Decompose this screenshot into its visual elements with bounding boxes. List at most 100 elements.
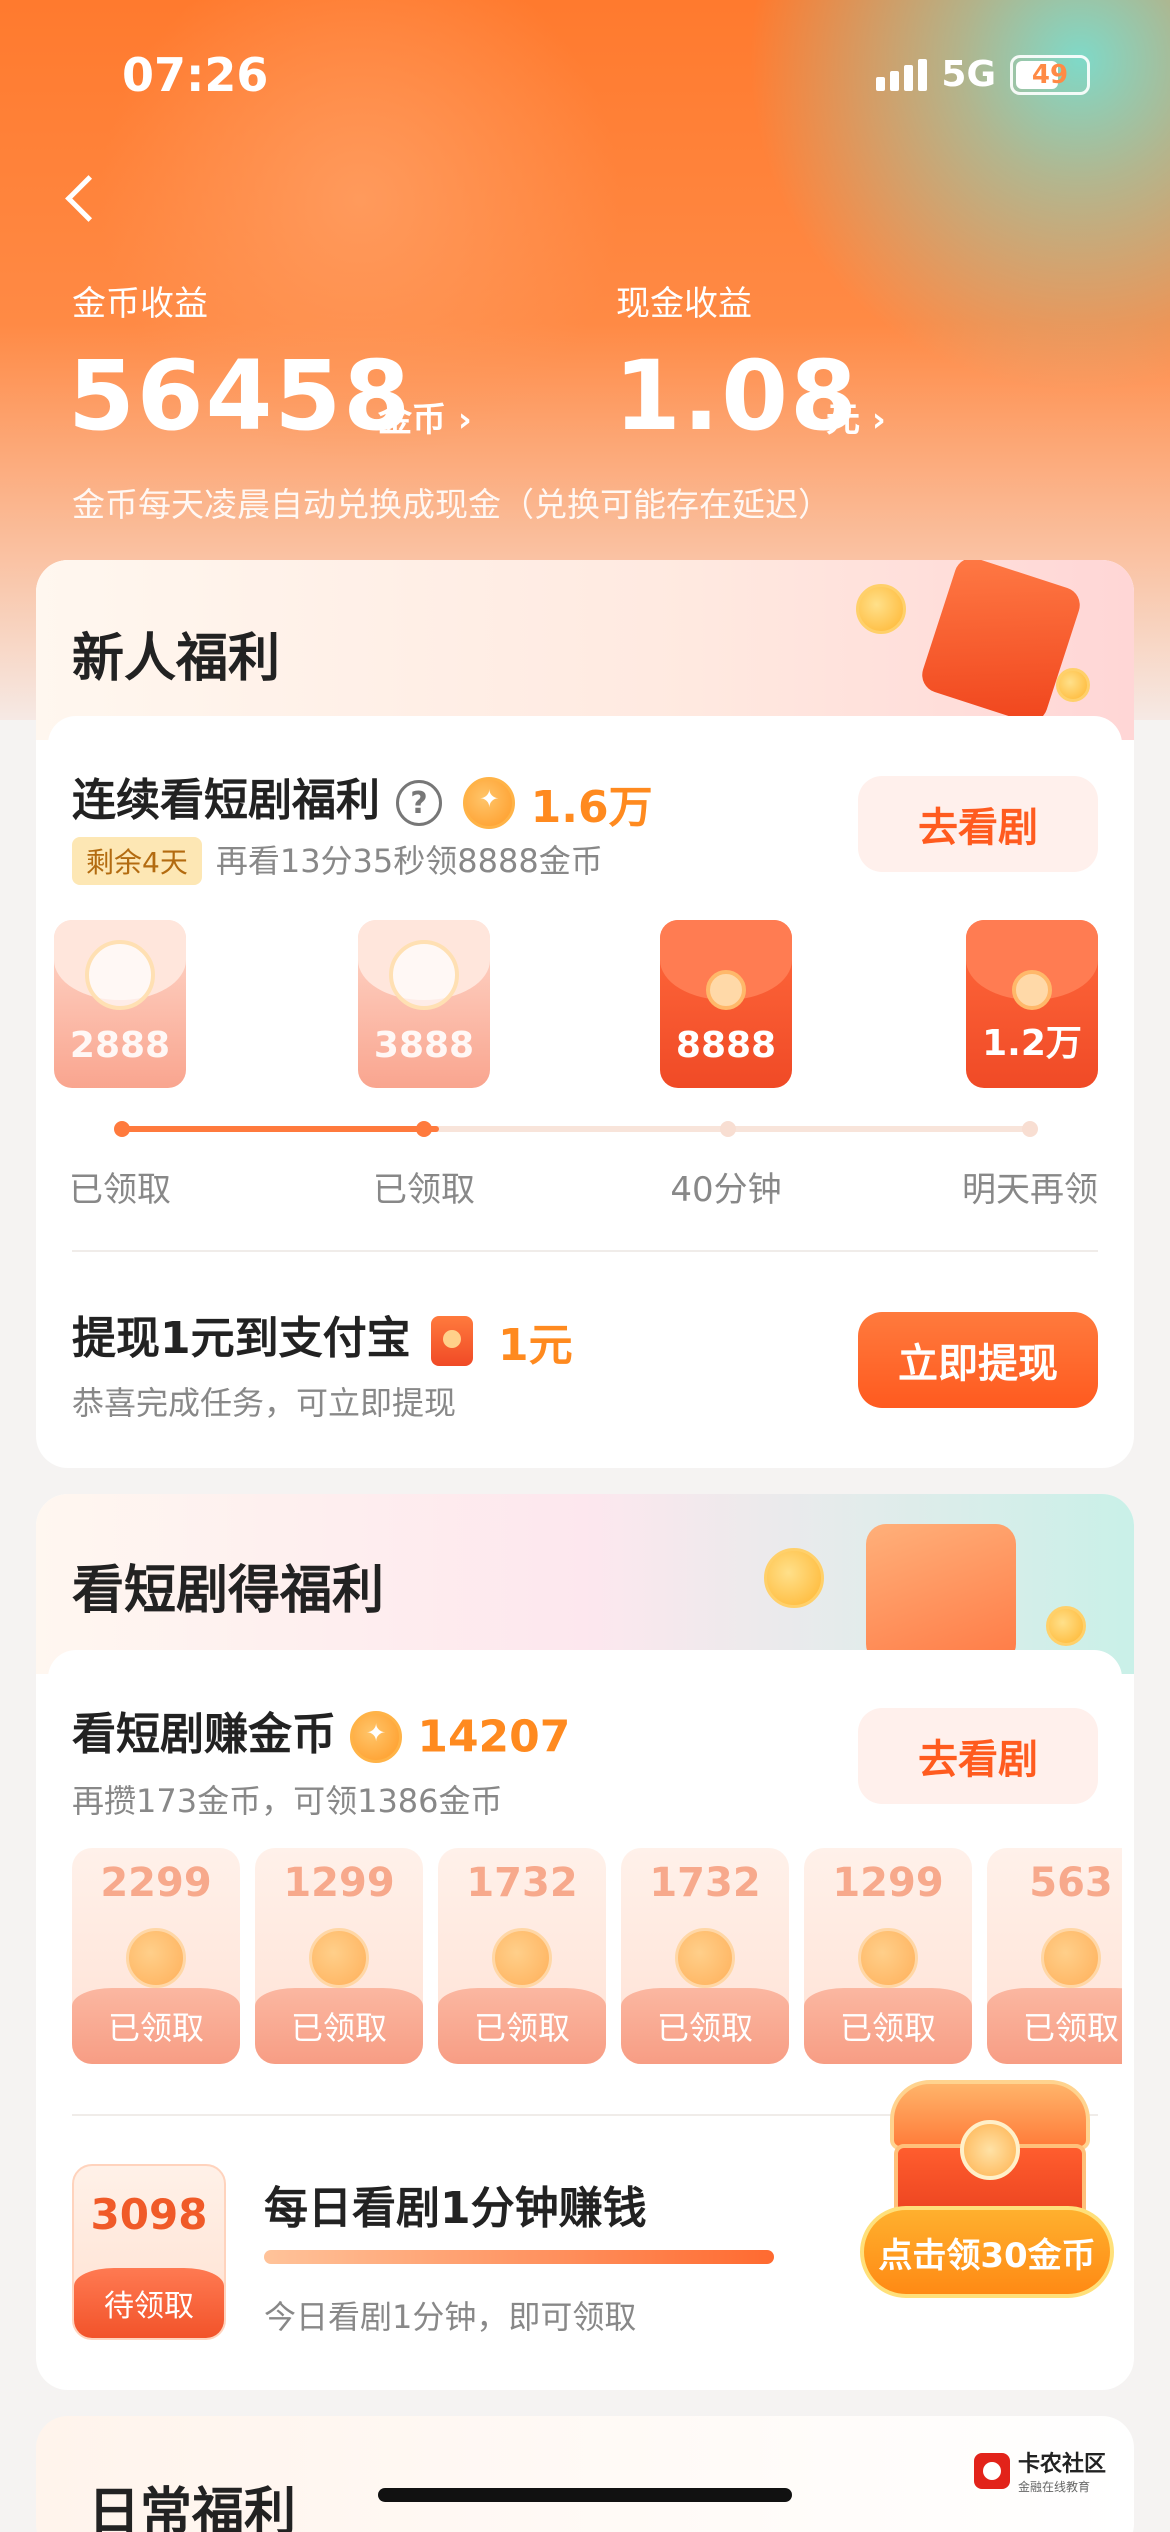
coin-reward-tile[interactable]: 2299 已领取 (72, 1848, 240, 2064)
tile-amount: 2299 (100, 1860, 212, 1906)
progress-dot (416, 1121, 432, 1137)
daily-watch-progress (264, 2250, 774, 2264)
coin-reward-tile[interactable]: 563 已领取 (987, 1848, 1122, 2064)
progress-dot (720, 1121, 736, 1137)
reward-amount: 2888 (69, 1025, 171, 1066)
drama-title: 看短剧得福利 (72, 1561, 385, 1621)
tile-amount: 1299 (832, 1860, 944, 1906)
pending-reward-tile[interactable]: 3098 待领取 (72, 2164, 226, 2340)
daily-welfare-card: 日常福利 (36, 2416, 1134, 2532)
coin-tiles-row: 2299 已领取 1299 已领取 1732 已领取 1732 已领取 1299 已领取 … (72, 1848, 1122, 2064)
exchange-note: 金币每天凌晨自动兑换成现金（兑换可能存在延迟） (72, 485, 831, 524)
streak-progress-fill (120, 1126, 439, 1132)
coin-icon (1041, 1928, 1101, 1988)
battery-level: 49 (1031, 59, 1069, 90)
help-icon[interactable]: ? (396, 780, 442, 826)
progress-dot (1022, 1121, 1038, 1137)
coin-reward-tile[interactable]: 1732 已领取 (438, 1848, 606, 2064)
video-clapper-icon (866, 1524, 1016, 1664)
streak-subtitle: 再看13分35秒领8888金币 (215, 842, 603, 880)
kanong-logo-icon (974, 2452, 1010, 2489)
status-time: 07:26 (122, 48, 269, 102)
tile-amount: 1732 (649, 1860, 761, 1906)
tile-status: 已领取 (72, 1988, 240, 2064)
divider (72, 1250, 1098, 1252)
watch-drama-button[interactable]: 去看剧 (858, 776, 1098, 872)
tile-status: 已领取 (804, 1988, 972, 2064)
streak-progress-track (120, 1126, 1030, 1132)
coin-icon (492, 1928, 552, 1988)
drama-earn-coins: 14207 (417, 1711, 571, 1763)
coins-unit-link[interactable]: 金币 › (378, 392, 472, 441)
coin-icon (126, 1928, 186, 1988)
coin-decoration-icon (856, 584, 906, 634)
reward-amount: 1.2万 (982, 1023, 1082, 1064)
progress-dot (114, 1121, 130, 1137)
withdraw-now-button[interactable]: 立即提现 (858, 1312, 1098, 1408)
reward-amount: 3888 (373, 1025, 475, 1066)
coin-reward-tile[interactable]: 1732 已领取 (621, 1848, 789, 2064)
home-indicator[interactable] (378, 2488, 792, 2502)
reward-step-label: 已领取 (373, 1170, 475, 1210)
pending-amount: 3098 (90, 2190, 208, 2239)
coin-icon (858, 1928, 918, 1988)
streak-coins: 1.6万 (530, 782, 653, 833)
tile-amount: 1299 (283, 1860, 395, 1906)
status-indicators: 5G 49 (876, 54, 1090, 95)
streak-title: 连续看短剧福利 (72, 775, 380, 826)
days-left-badge: 剩余4天 (72, 837, 202, 885)
battery-icon: 49 (1010, 54, 1090, 95)
withdraw-title: 提现1元到支付宝 (72, 1313, 411, 1364)
claim-30-coins-button[interactable]: 点击领30金币 (860, 2206, 1114, 2298)
reward-step-label: 40分钟 (670, 1170, 782, 1210)
watermark-tagline: 金融在线教育 (1018, 2480, 1091, 2494)
signal-icon (876, 58, 928, 91)
watermark-name: 卡农社区 (1018, 2452, 1107, 2477)
reward-step-label: 已领取 (69, 1170, 171, 1210)
daily-watch-title: 每日看剧1分钟赚钱 (264, 2183, 647, 2234)
streak-title-row: 连续看短剧福利? 1.6万 (72, 764, 653, 835)
coin-reward-tile[interactable]: 1299 已领取 (804, 1848, 972, 2064)
coin-decoration-icon (1056, 668, 1090, 702)
network-type: 5G (941, 54, 996, 95)
coin-icon (675, 1928, 735, 1988)
coins-value[interactable]: 56458 (68, 340, 412, 452)
coin-icon (309, 1928, 369, 1988)
coin-decoration-icon (1046, 1606, 1086, 1646)
tile-status: 已领取 (438, 1988, 606, 2064)
coin-decoration-icon (764, 1548, 824, 1608)
tile-amount: 563 (1029, 1860, 1113, 1906)
cash-unit-link[interactable]: 元 › (826, 392, 886, 441)
coins-label: 金币收益 (72, 284, 208, 324)
coin-icon (350, 1711, 402, 1763)
coin-icon (463, 777, 516, 829)
tile-amount: 1732 (466, 1860, 578, 1906)
reward-step-label: 明天再领 (962, 1170, 1098, 1210)
withdraw-amount: 1元 (497, 1320, 573, 1371)
newcomer-title: 新人福利 (72, 629, 281, 689)
back-icon[interactable] (60, 170, 104, 230)
reward-envelope[interactable]: 2888 (54, 920, 186, 1088)
tile-status: 已领取 (255, 1988, 423, 2064)
watermark: 卡农社区 金融在线教育 (974, 2446, 1106, 2495)
tile-status: 已领取 (621, 1988, 789, 2064)
tile-status: 已领取 (987, 1988, 1122, 2064)
cash-label: 现金收益 (616, 284, 752, 324)
watch-drama-button-2[interactable]: 去看剧 (858, 1708, 1098, 1804)
drama-earn-title: 看短剧赚金币 (72, 1709, 336, 1760)
reward-envelope[interactable]: 1.2万 (966, 920, 1098, 1088)
drama-earn-title-row: 看短剧赚金币 14207 (72, 1698, 570, 1763)
reward-envelope[interactable]: 8888 (660, 920, 792, 1088)
withdraw-subtitle: 恭喜完成任务，可立即提现 (72, 1384, 457, 1422)
pending-label: 待领取 (74, 2268, 224, 2338)
cash-value[interactable]: 1.08 (614, 340, 859, 452)
daily-welfare-title: 日常福利 (88, 2483, 297, 2532)
drama-earn-subtitle: 再攒173金币，可领1386金币 (72, 1782, 503, 1820)
reward-amount: 8888 (675, 1025, 777, 1066)
red-envelope-icon (430, 1316, 473, 1366)
coin-reward-tile[interactable]: 1299 已领取 (255, 1848, 423, 2064)
withdraw-title-row: 提现1元到支付宝 1元 (72, 1302, 573, 1373)
daily-watch-subtitle: 今日看剧1分钟，即可领取 (264, 2298, 637, 2336)
streak-subtitle-row: 剩余4天 再看13分35秒领8888金币 (72, 836, 603, 885)
reward-envelope[interactable]: 3888 (358, 920, 490, 1088)
